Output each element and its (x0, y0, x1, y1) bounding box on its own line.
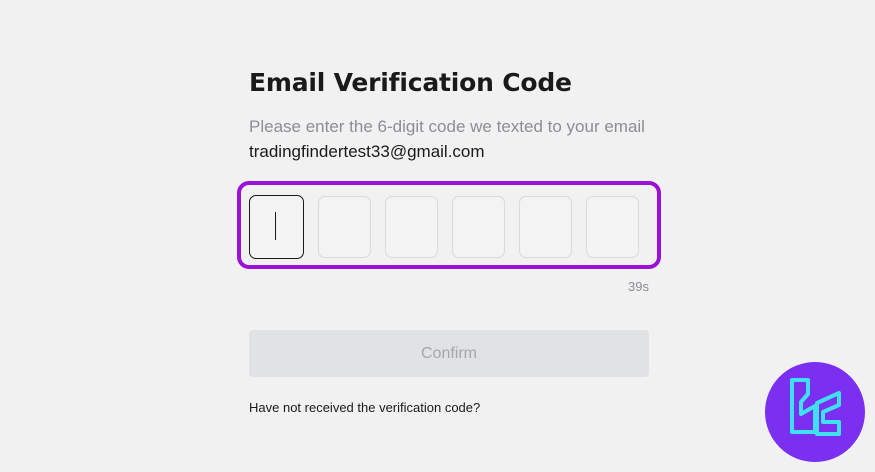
instruction-text: Please enter the 6-digit code we texted … (249, 114, 649, 164)
code-digit-5[interactable] (519, 196, 572, 258)
code-digit-3[interactable] (385, 196, 438, 258)
code-digit-2[interactable] (318, 196, 371, 258)
email-address: tradingfindertest33@gmail.com (249, 142, 485, 161)
code-digit-6[interactable] (586, 196, 639, 258)
resend-timer: 39s (628, 279, 649, 294)
code-digit-4[interactable] (452, 196, 505, 258)
page-title: Email Verification Code (249, 68, 572, 97)
tradingfinder-logo-icon (765, 362, 865, 462)
verification-card: Email Verification Code Please enter the… (249, 66, 669, 164)
instruction-label: Please enter the 6-digit code we texted … (249, 117, 645, 136)
logo-mark (790, 378, 841, 436)
confirm-button[interactable]: Confirm (249, 330, 649, 377)
resend-link[interactable]: Have not received the verification code? (249, 400, 480, 415)
code-input-group (249, 195, 639, 259)
code-digit-1[interactable] (249, 195, 304, 259)
